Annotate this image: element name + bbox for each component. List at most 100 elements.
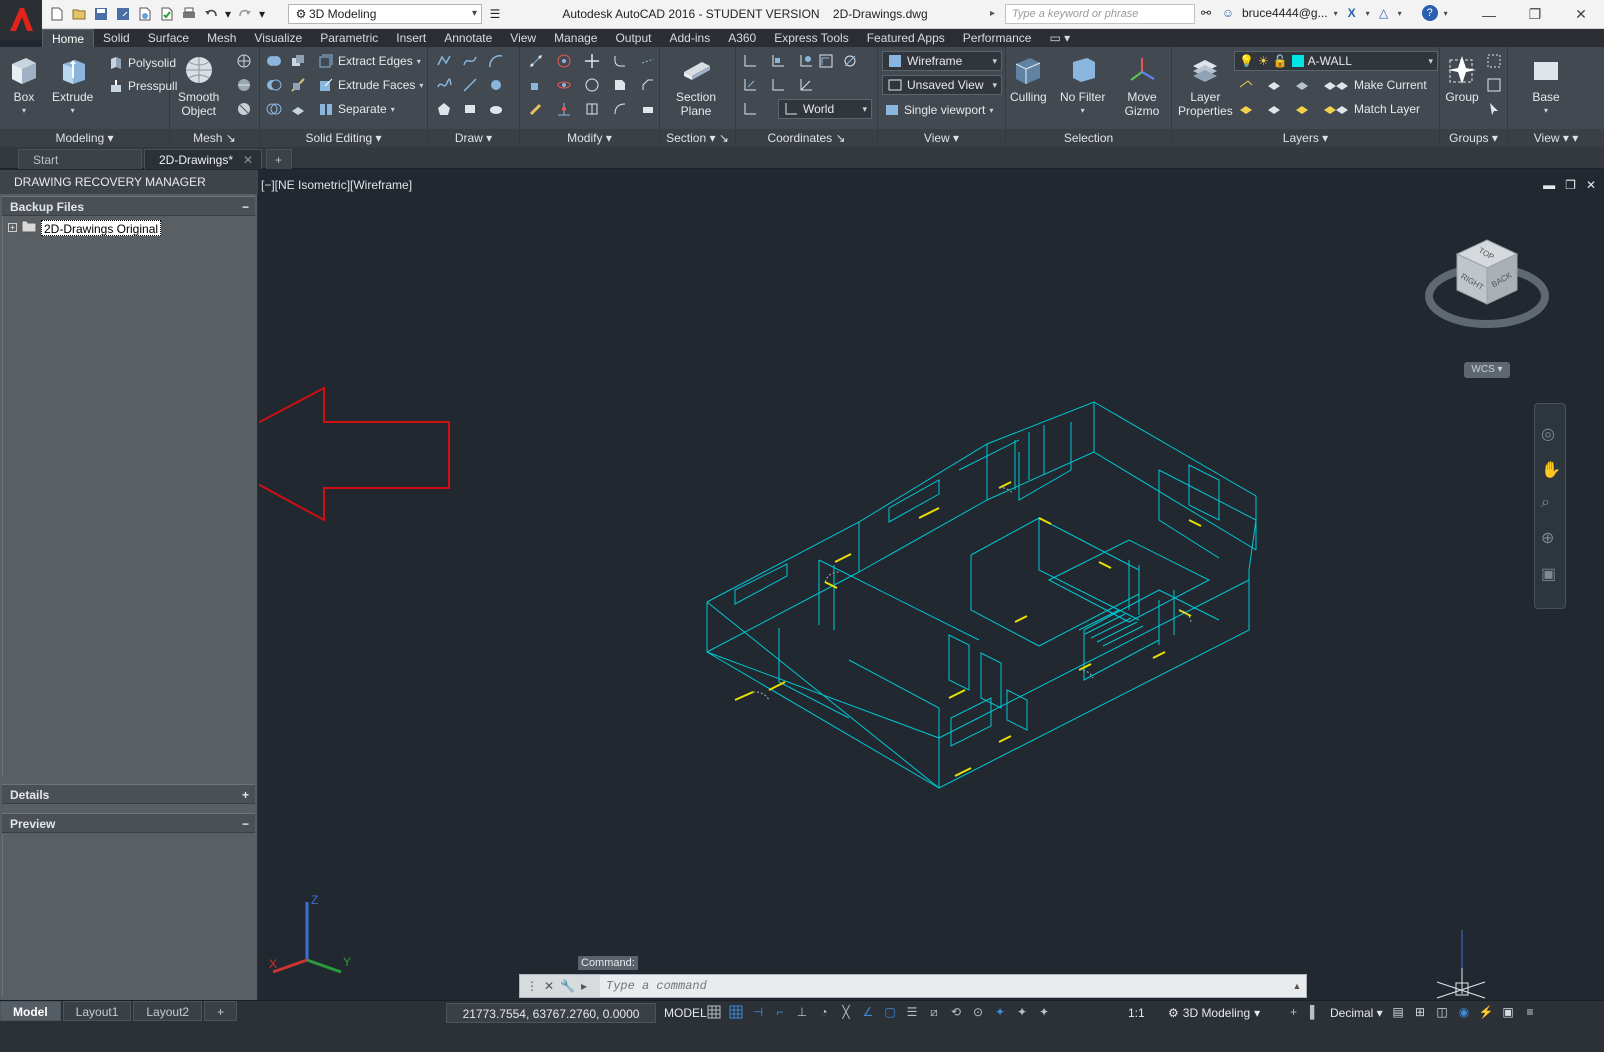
user-name[interactable]: bruce4444@g... — [1242, 6, 1328, 20]
ucs-view-icon[interactable] — [818, 53, 834, 69]
3d-move-icon[interactable] — [584, 53, 600, 69]
tab-visualize[interactable]: Visualize — [245, 29, 311, 47]
redo-dropdown-icon[interactable]: ▾ — [258, 5, 266, 23]
ucs-object-button[interactable] — [842, 53, 858, 69]
tab-featured-apps[interactable]: Featured Apps — [858, 29, 954, 47]
customization-icon[interactable]: ≡ — [1522, 1004, 1538, 1020]
mesh-primitive-icon[interactable] — [236, 53, 252, 69]
layer-thaw-icon[interactable] — [1294, 101, 1310, 117]
refine-mesh-icon[interactable] — [236, 101, 252, 117]
model-space-toggle[interactable]: MODEL — [660, 1003, 711, 1023]
rectangle-icon[interactable] — [462, 101, 478, 117]
panel-layers-title[interactable]: Layers ▾ — [1172, 129, 1439, 147]
panel-solid-editing-title[interactable]: Solid Editing ▾ — [260, 129, 427, 147]
application-menu-button[interactable] — [0, 0, 42, 40]
annotation-monitor-icon[interactable]: + — [1290, 1005, 1297, 1019]
group-select-icon[interactable] — [1486, 101, 1502, 117]
graphics-performance-icon[interactable]: ◉ — [1456, 1004, 1472, 1020]
polar-tracking-icon[interactable]: ◔ — [816, 1004, 832, 1020]
undo-icon[interactable] — [202, 5, 220, 23]
grid-icon[interactable] — [706, 1004, 722, 1020]
viewport-config-button[interactable]: Single viewport ▾ — [884, 102, 993, 118]
ucs-z-icon[interactable] — [798, 77, 814, 93]
3d-mirror-icon[interactable] — [556, 77, 572, 93]
infer-constraints-icon[interactable]: ⊣ — [750, 1004, 766, 1020]
help-icon[interactable]: ? — [1421, 5, 1438, 21]
snap-icon[interactable] — [728, 1004, 744, 1020]
ucs-previous-icon[interactable] — [742, 101, 758, 117]
view-cube[interactable]: TOP RIGHT BACK — [1425, 232, 1555, 332]
tab-annotate[interactable]: Annotate — [435, 29, 501, 47]
clean-screen-icon[interactable]: ▣ — [1500, 1004, 1516, 1020]
arc-icon[interactable] — [488, 53, 504, 69]
3d-rotate-icon[interactable] — [556, 53, 572, 69]
pan-icon[interactable]: ✋ — [1541, 460, 1561, 480]
thicken-icon[interactable] — [290, 101, 306, 117]
polysolid-button[interactable]: Polysolid — [108, 55, 176, 71]
grip-icon[interactable]: ⋮ — [526, 979, 538, 993]
units-dropdown[interactable]: Decimal ▾ — [1330, 1003, 1383, 1023]
copy-icon[interactable] — [612, 77, 628, 93]
layer-isolate-icon[interactable] — [1266, 77, 1282, 93]
ucs-3point-icon[interactable] — [798, 53, 814, 69]
new-icon[interactable] — [48, 5, 66, 23]
wcs-menu[interactable]: WCS ▾ — [1464, 362, 1510, 378]
tab-output[interactable]: Output — [606, 29, 660, 47]
panel-modeling-title[interactable]: Modeling ▾ — [0, 129, 169, 147]
quick-properties-icon[interactable]: ▤ — [1390, 1004, 1406, 1020]
group-button[interactable]: Group — [1444, 53, 1480, 104]
zoom-icon[interactable]: ⌕ — [1541, 494, 1550, 512]
tab-add-ins[interactable]: Add-ins — [661, 29, 720, 47]
pencil-icon[interactable] — [528, 101, 544, 117]
stretch-icon[interactable] — [584, 101, 600, 117]
transparency-icon[interactable]: ⧄ — [926, 1004, 942, 1020]
chevron-down-icon[interactable]: ▾ — [1398, 9, 1402, 18]
match-layer-button[interactable]: Match Layer — [1334, 101, 1420, 117]
union-icon[interactable] — [266, 53, 282, 69]
base-button[interactable]: Base ▾ — [1528, 53, 1564, 118]
polyline-icon[interactable] — [436, 53, 452, 69]
ungroup-icon[interactable] — [1486, 53, 1502, 69]
line-icon[interactable] — [462, 77, 478, 93]
wrench-icon[interactable]: 🔧 — [560, 979, 575, 993]
coordinates-readout[interactable]: 21773.7554, 63767.2760, 0.0000 — [446, 1003, 656, 1023]
no-filter-button[interactable]: No Filter ▾ — [1060, 53, 1105, 118]
tab-solid[interactable]: Solid — [94, 29, 139, 47]
search-expand-icon[interactable]: ▸ — [990, 8, 995, 19]
tab-express-tools[interactable]: Express Tools — [765, 29, 857, 47]
expand-icon[interactable]: + — [242, 785, 249, 805]
layer-freeze-icon[interactable] — [1294, 77, 1310, 93]
interfere-icon[interactable] — [290, 53, 306, 69]
redo-icon[interactable] — [236, 5, 254, 23]
restore-button[interactable]: ❐ — [1512, 0, 1558, 29]
panel-view2-title[interactable]: View ▾ ▾ — [1508, 129, 1604, 147]
spline-icon[interactable] — [462, 53, 478, 69]
circle-icon[interactable] — [488, 77, 504, 93]
backup-tree-item[interactable]: + 2D-Drawings Original — [8, 219, 162, 236]
close-icon[interactable]: ✕ — [243, 150, 253, 170]
tab-surface[interactable]: Surface — [139, 29, 198, 47]
open-web-icon[interactable] — [136, 5, 154, 23]
polygon-icon[interactable] — [436, 101, 452, 117]
tab-mesh[interactable]: Mesh — [198, 29, 245, 47]
tab-model[interactable]: Model — [0, 1001, 61, 1021]
smooth-object-button[interactable]: Smooth Object — [178, 53, 219, 118]
save-web-icon[interactable] — [158, 5, 176, 23]
drawing-viewport[interactable]: [−][NE Isometric][Wireframe] ▬ ❐ ✕ TOP R… — [259, 170, 1604, 1000]
ellipse-icon[interactable] — [488, 101, 504, 117]
plot-icon[interactable] — [180, 5, 198, 23]
lineweight-icon[interactable]: ☰ — [904, 1004, 920, 1020]
panel-draw-title[interactable]: Draw ▾ — [428, 129, 519, 147]
binoculars-icon[interactable]: ⚯ — [1198, 5, 1214, 21]
tab-start[interactable]: Start — [18, 149, 142, 169]
tab-view[interactable]: View — [501, 29, 545, 47]
add-layout-button[interactable]: + — [204, 1001, 238, 1021]
tab-a360[interactable]: A360 — [719, 29, 765, 47]
command-history-toggle-icon[interactable]: ▲ — [1288, 981, 1306, 991]
presspull-button[interactable]: Presspull — [108, 78, 177, 94]
tab-drawing[interactable]: 2D-Drawings* ✕ — [144, 149, 262, 169]
group-edit-icon[interactable] — [1486, 77, 1502, 93]
smooth-more-icon[interactable] — [236, 77, 252, 93]
chevron-down-icon[interactable]: ▾ — [1334, 9, 1338, 18]
panel-mesh-title[interactable]: Mesh ↘ — [170, 129, 259, 147]
